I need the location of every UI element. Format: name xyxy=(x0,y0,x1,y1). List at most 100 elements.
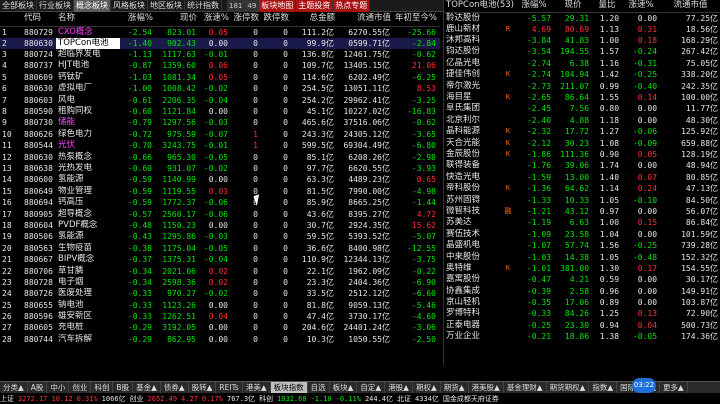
table-row[interactable]: 协鑫集成 -0.39 2.58 0.96 0.00 149.91亿 xyxy=(444,285,720,296)
market-tab-17[interactable]: 期货▲ xyxy=(441,381,469,394)
tab-8[interactable]: 板块地图 xyxy=(259,0,297,12)
market-tab-18[interactable]: 港美股▲ xyxy=(469,381,504,394)
table-row[interactable]: 京山轻机 -0.35 17.06 0.89 0.00 103.87亿 xyxy=(444,297,720,308)
table-row[interactable]: 聆达股份 -5.57 29.31 1.20 0.00 77.25亿 xyxy=(444,12,720,24)
tab-7[interactable]: 49 xyxy=(245,0,260,12)
table-row[interactable]: 22 880706 草甘膦 -0.34 2021.06 0.02 0 0 22.1亿 1962.0… xyxy=(0,265,440,276)
table-row[interactable]: 阜氏集团 -2.45 7.56 0.80 0.00 11.77亿 xyxy=(444,103,720,114)
tab-10[interactable]: 热点专题 xyxy=(333,0,371,12)
market-tab-3[interactable]: 创业 xyxy=(69,381,92,394)
table-row[interactable]: 钧达股份 -3.54 194.55 1.57 -0.24 267.42亿 xyxy=(444,46,720,57)
table-row[interactable]: 中来股份 -1.03 14.38 1.05 -0.48 152.32亿 xyxy=(444,251,720,262)
table-row[interactable]: 21 880667 BIPV概念 -0.37 1375.31 -0.04 0 0 110.9亿 1… xyxy=(0,254,440,265)
market-tab-14[interactable]: 自定▲ xyxy=(357,381,386,394)
market-tab-15[interactable]: 港股▲ xyxy=(385,381,413,394)
market-tab-19[interactable]: 基金理财▲ xyxy=(504,381,547,394)
tab-6[interactable]: 181 xyxy=(227,0,246,12)
table-row[interactable]: 正泰电器 -0.25 23.30 0.94 0.04 500.73亿 xyxy=(444,320,720,331)
col-header[interactable]: 涨速% xyxy=(622,0,661,13)
table-row[interactable]: 联得装备 -1.76 39.06 1.74 0.00 48.94亿 xyxy=(444,160,720,171)
table-row[interactable]: 微智科技 融 -1.21 43.12 0.97 0.00 56.07亿 xyxy=(444,206,720,217)
table-row[interactable]: 5 880609 钙钛矿 -1.03 1081.34 0.05 0 0 114.6亿 6202.4… xyxy=(0,72,440,83)
table-row[interactable]: 7 880603 风电 -0.61 2206.35 -0.04 0 0 254.2亿 29962.… xyxy=(0,94,440,105)
market-tab-7[interactable]: 债券▲ xyxy=(161,381,189,394)
market-tab-16[interactable]: 期权▲ xyxy=(413,381,441,394)
table-row[interactable]: 8 880590 租购同权 -0.60 1121.84 0.00 0 0 45.1亿 10227.… xyxy=(0,106,440,117)
table-row[interactable]: 18 880604 PVDF概念 -0.48 1150.23 0.00 0 0 30.7亿 292… xyxy=(0,220,440,231)
market-tab-20[interactable]: 期货期权▲ xyxy=(547,381,590,394)
tab-0[interactable]: 全部板块 xyxy=(0,0,37,12)
market-tab-12[interactable]: 自选 xyxy=(308,381,330,394)
col-header[interactable]: 现价 xyxy=(156,12,200,27)
market-tab-9[interactable]: REITs xyxy=(216,381,243,394)
market-tab-11[interactable]: 板块指数 xyxy=(270,381,308,394)
table-row[interactable]: 6 880630 虚拟电厂 -1.00 1008.42 -0.02 0 0 254.5亿 1305… xyxy=(0,83,440,94)
tab-3[interactable]: 风格板块 xyxy=(111,0,148,12)
market-tab-10[interactable]: 港美▲ xyxy=(243,381,271,394)
col-header[interactable]: 量比 xyxy=(592,0,623,13)
table-row[interactable]: 3 880724 超临界发电 -1.13 1117.63 -0.01 0 0 136.8亿 124… xyxy=(0,49,440,60)
table-row[interactable]: 28 880744 汽车拆解 -0.29 862.95 0.00 0 0 10.3亿 1050.5… xyxy=(0,334,440,345)
market-tab-8[interactable]: 股转▲ xyxy=(189,381,217,394)
table-row[interactable]: 天合光能 K -2.12 30.23 1.08 -0.09 659.88亿 xyxy=(444,137,720,148)
table-row[interactable]: 12 880630 热泵概念 -0.66 965.30 -0.05 0 0 85.1亿 6208.… xyxy=(0,151,440,162)
table-row[interactable]: 快造光电 -1.59 13.00 1.40 0.07 80.85亿 xyxy=(444,172,720,183)
col-header[interactable]: 年初至今% xyxy=(394,12,440,27)
table-row[interactable]: 20 880563 生物疫苗 -0.38 1175.04 -0.05 0 0 36.6亿 8400… xyxy=(0,243,440,254)
table-row[interactable]: 19 880506 氢能源 -0.43 1295.86 -0.03 0 0 59.5亿 5393.… xyxy=(0,231,440,242)
constituent-panel-title[interactable]: TOPCon电池(53) xyxy=(444,0,515,13)
tab-1[interactable]: 行业板块 xyxy=(37,0,74,12)
tab-5[interactable]: 统计指数 xyxy=(185,0,222,12)
table-row[interactable]: 26 880596 雄安新区 -0.33 1262.51 0.04 0 0 47.4亿 3730.… xyxy=(0,311,440,322)
col-header[interactable]: 流通市值 xyxy=(338,12,394,27)
table-row[interactable]: 9 880730 储能 -0.79 1297.56 -0.03 0 0 465.6亿 37516.… xyxy=(0,117,440,128)
col-header[interactable]: 现价 xyxy=(554,0,593,13)
table-row[interactable]: 万业企业 -0.21 18.86 1.38 -0.05 174.36亿 xyxy=(444,331,720,342)
table-row[interactable]: 晶科能源 K -2.32 17.72 1.27 -0.06 125.92亿 xyxy=(444,126,720,137)
table-row[interactable]: 鹿山新材 R 4.69 80.69 1.13 0.31 18.56亿 xyxy=(444,24,720,35)
table-row[interactable]: 苏美达 -1.19 6.63 1.00 0.15 86.84亿 xyxy=(444,217,720,228)
table-row[interactable]: 10 880626 绿色电力 -0.72 975.59 -0.07 1 0 243.3亿 2430… xyxy=(0,129,440,140)
market-tab-6[interactable]: 基金▲ xyxy=(133,381,161,394)
market-tab-5[interactable]: B股 xyxy=(113,381,134,394)
market-tab-4[interactable]: 科创 xyxy=(91,381,114,394)
col-header[interactable]: 涨停数 xyxy=(232,12,262,27)
table-row[interactable]: 捷佳伟创 K -2.74 104.94 1.42 -0.25 338.20亿 xyxy=(444,69,720,80)
table-row[interactable]: 25 880655 钠电池 -0.33 1123.26 0.00 0 0 81.8亿 9059.1… xyxy=(0,299,440,310)
table-row[interactable]: 2 880630 TOPCon电池 -1.40 902.43 0.00 0 0 99.9亿 059… xyxy=(0,37,440,49)
table-row[interactable]: 27 880605 充电桩 -0.29 3192.05 0.00 0 0 204.6亿 24401… xyxy=(0,322,440,333)
market-tab-2[interactable]: 中小 xyxy=(47,381,70,394)
col-header[interactable]: 名称 xyxy=(56,12,120,27)
col-header[interactable]: 流通市值 xyxy=(660,0,720,13)
table-row[interactable]: 海目星 K -2.65 86.64 1.55 0.14 100.00亿 xyxy=(444,92,720,103)
tab-4[interactable]: 地区板块 xyxy=(148,0,185,12)
table-row[interactable]: 4 880737 HJT电池 -0.87 1359.60 0.06 0 0 109.7亿 1340… xyxy=(0,60,440,71)
table-row[interactable]: 奥特维 K -1.01 381.00 1.30 0.17 154.55亿 xyxy=(444,263,720,274)
table-row[interactable]: 嘉寓股份 -0.47 4.21 0.59 0.00 30.17亿 xyxy=(444,274,720,285)
table-row[interactable]: 罗博特科 -0.33 84.26 1.25 0.13 72.90亿 xyxy=(444,308,720,319)
col-header[interactable]: 代码 xyxy=(22,12,56,27)
col-header[interactable]: 总金额 xyxy=(292,12,338,27)
table-row[interactable]: 晶盛机电 -1.07 57.74 1.56 -0.25 739.28亿 xyxy=(444,240,720,251)
col-header[interactable]: 涨幅% xyxy=(120,12,156,27)
col-header[interactable]: 跌停数 xyxy=(262,12,292,27)
tab-2[interactable]: 概念板块 xyxy=(74,0,111,12)
horizontal-scroll-area[interactable] xyxy=(0,365,720,381)
clock-badge[interactable]: 03:22 xyxy=(632,378,656,393)
table-row[interactable]: 帝科股份 K -1.36 64.62 1.14 0.24 47.13亿 xyxy=(444,183,720,194)
market-tab-21[interactable]: 指数▲ xyxy=(589,381,618,394)
table-row[interactable]: 13 880638 光热发电 -0.60 931.07 -0.02 0 0 97.7亿 6620.… xyxy=(0,163,440,174)
table-row[interactable]: 1 880729 CXO概念 -2.54 823.01 0.05 0 0 111.2亿 6270.… xyxy=(0,26,440,38)
table-row[interactable]: 赛伍技术 -1.09 23.58 1.04 0.00 101.59亿 xyxy=(444,229,720,240)
table-row[interactable]: 24 880726 医废处理 -0.33 970.27 -0.02 0 0 33.5亿 2512.… xyxy=(0,288,440,299)
table-row[interactable]: 金辰股份 K -1.86 111.36 0.90 0.05 128.19亿 xyxy=(444,149,720,160)
table-row[interactable]: 沐邦高科 -3.84 41.83 1.00 0.18 168.29亿 xyxy=(444,35,720,46)
market-tab-13[interactable]: 板块▲ xyxy=(330,381,358,394)
table-row[interactable]: 16 880694 钙高压 -0.59 1772.37 -0.06 0 0 85.9亿 8665.… xyxy=(0,197,440,208)
table-row[interactable]: 北京利尔 -2.40 4.88 1.18 0.00 48.30亿 xyxy=(444,115,720,126)
table-row[interactable]: 苏州固锝 -1.33 10.33 1.05 -0.10 84.50亿 xyxy=(444,194,720,205)
table-row[interactable]: 帝尔激光 -2.73 211.07 0.99 -0.40 242.35亿 xyxy=(444,80,720,91)
table-row[interactable]: 11 880544 光伏 -0.70 3243.75 -0.01 1 0 599.5亿 69304… xyxy=(0,140,440,151)
col-header[interactable] xyxy=(0,12,22,27)
market-tab-1[interactable]: A股 xyxy=(28,381,48,394)
